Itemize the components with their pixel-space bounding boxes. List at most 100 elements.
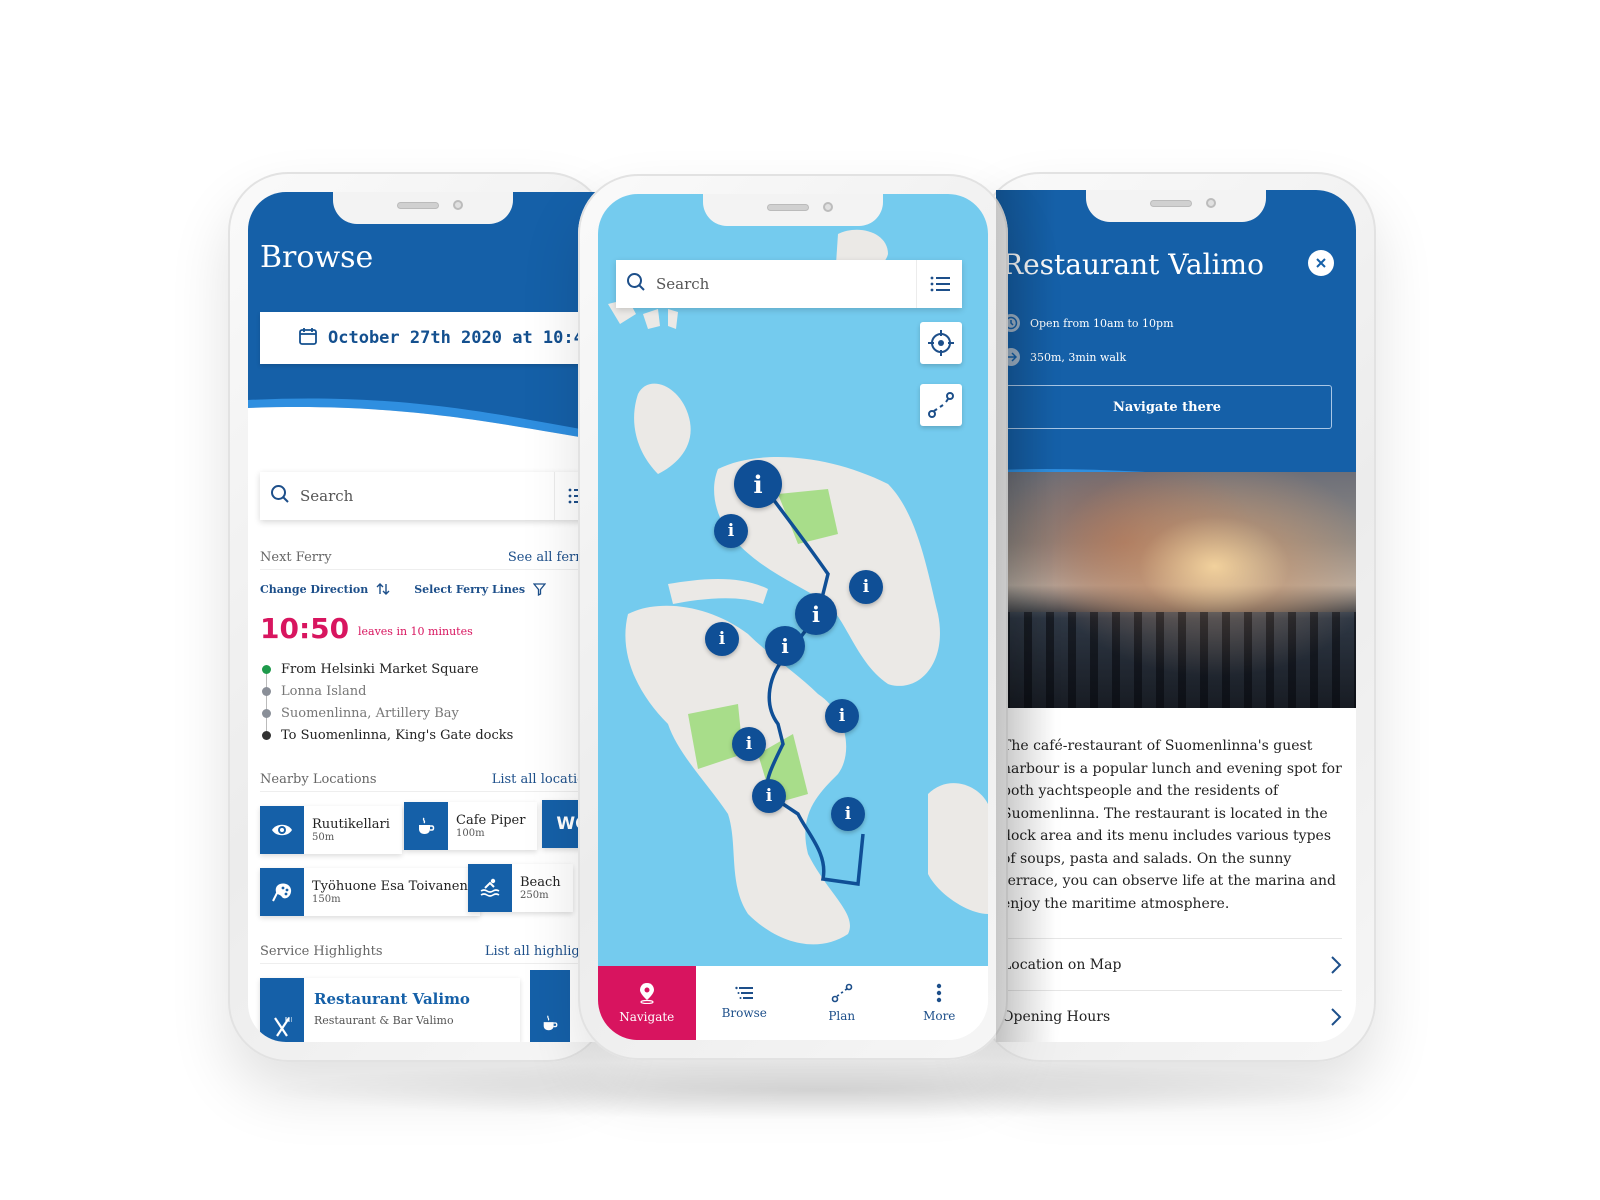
change-direction-button[interactable]: Change Direction (260, 582, 390, 596)
location-name: Työhuone Esa Toivanen (312, 879, 468, 894)
coffee-cup-icon (404, 802, 448, 850)
section-label: Nearby Locations (260, 772, 377, 787)
stop-item: Suomenlinna, Artillery Bay (260, 702, 513, 724)
info-marker-icon[interactable]: i (752, 779, 786, 813)
browse-screen: Browse October 27th 2020 at 10:40 Search… (248, 192, 598, 1042)
map-layer (608, 229, 988, 945)
distance-info: 350m, 3min walk (1002, 348, 1126, 366)
notch (703, 194, 883, 226)
location-name: Ruutikellari (312, 817, 390, 832)
map-canvas[interactable]: iiiiiiiiii (598, 194, 988, 974)
page-title: Browse (260, 240, 374, 275)
map-search-input[interactable]: Search (656, 275, 916, 293)
info-marker-icon[interactable]: i (849, 570, 883, 604)
filter-icon (533, 582, 547, 596)
detail-screen: Restaurant Valimo Open from 10am to 10pm… (996, 190, 1356, 1042)
select-ferry-lines-button[interactable]: Select Ferry Lines (414, 582, 547, 596)
section-label: Service Highlights (260, 944, 383, 959)
distance-text: 350m, 3min walk (1030, 350, 1127, 364)
highlight-card[interactable]: Restaurant Valimo Restaurant & Bar Valim… (260, 978, 520, 1042)
location-card[interactable]: Työhuone Esa Toivanen 150m (260, 868, 480, 916)
info-marker-icon[interactable]: i (705, 622, 739, 656)
stop-dot-origin (262, 664, 271, 674)
location-distance: 150m (312, 894, 341, 905)
search-input[interactable]: Search (300, 487, 554, 505)
ferry-stops: From Helsinki Market Square Lonna Island… (260, 658, 513, 746)
opening-hours-link[interactable]: Opening Hours (1002, 990, 1342, 1042)
highlight-card[interactable] (530, 970, 570, 1042)
info-marker-icon[interactable]: i (732, 727, 766, 761)
list-icon[interactable] (916, 260, 962, 308)
fork-knife-icon (260, 978, 304, 1042)
locate-me-button[interactable] (920, 322, 962, 364)
search-icon (626, 272, 646, 296)
bottom-tab-bar: Navigate Browse Plan More (598, 966, 988, 1040)
coffee-cup-icon (541, 1014, 559, 1036)
map-island-susisaari (625, 605, 850, 945)
more-vertical-icon (937, 983, 942, 1003)
phone-map: iiiiiiiiii Search Navigate Browse Plan M… (578, 174, 1008, 1060)
location-distance: 250m (520, 890, 549, 901)
departure-time: 10:50 (260, 612, 350, 645)
nearby-header: Nearby Locations List all locations (260, 772, 598, 792)
section-label: Next Ferry (260, 550, 332, 565)
info-marker-icon[interactable]: i (765, 626, 805, 666)
stop-item: To Suomenlinna, King's Gate docks (260, 724, 513, 746)
map-island (928, 783, 988, 914)
stop-dot (262, 686, 271, 696)
restaurant-photo (1002, 472, 1356, 708)
calendar-icon (298, 326, 318, 350)
crosshair-icon (928, 330, 954, 356)
stop-dot (262, 708, 271, 718)
tab-browse[interactable]: Browse (696, 966, 794, 1040)
chevron-right-icon (1331, 1007, 1342, 1026)
search-bar[interactable]: Search (260, 472, 598, 520)
tab-more[interactable]: More (891, 966, 989, 1040)
close-icon (1316, 258, 1326, 268)
swimmer-icon (468, 864, 512, 912)
departure-countdown: leaves in 10 minutes (358, 625, 473, 638)
location-on-map-link[interactable]: Location on Map (1002, 938, 1342, 990)
route-planner-button[interactable] (920, 384, 962, 426)
info-marker-icon[interactable]: i (795, 593, 837, 635)
photo-detail (1002, 612, 1356, 708)
link-label: Opening Hours (1002, 1008, 1111, 1025)
map-search-bar[interactable]: Search (616, 260, 962, 308)
route-icon (928, 392, 954, 418)
list-icon (735, 986, 754, 999)
location-card[interactable]: Beach 250m (468, 864, 573, 912)
swap-arrows-icon (376, 583, 390, 595)
select-ferry-lines-label: Select Ferry Lines (414, 582, 526, 596)
date-selector[interactable]: October 27th 2020 at 10:40 (260, 312, 598, 364)
info-marker-icon[interactable]: i (825, 699, 859, 733)
location-name: Cafe Piper (456, 813, 526, 828)
map-screen: iiiiiiiiii Search Navigate Browse Plan M… (598, 194, 988, 1040)
tab-plan[interactable]: Plan (793, 966, 891, 1040)
phone-detail: Restaurant Valimo Open from 10am to 10pm… (980, 172, 1376, 1062)
close-button[interactable] (1308, 250, 1334, 276)
tab-label: Plan (828, 1009, 856, 1023)
header-wave (248, 382, 598, 462)
place-description: The café-restaurant of Suomenlinna's gue… (1002, 738, 1342, 912)
floor-shadow (260, 1060, 1380, 1120)
ferry-controls: Change Direction Select Ferry Lines (260, 582, 547, 596)
location-pin-icon (639, 983, 654, 1004)
opening-hours-info: Open from 10am to 10pm (1002, 314, 1174, 332)
tab-label: Browse (721, 1006, 767, 1020)
link-label: Location on Map (1002, 956, 1122, 973)
location-card[interactable]: Ruutikellari 50m (260, 806, 402, 854)
info-marker-icon[interactable]: i (734, 460, 782, 508)
location-distance: 100m (456, 828, 485, 839)
map-island (668, 579, 768, 604)
location-card[interactable]: Cafe Piper 100m (404, 802, 538, 850)
info-marker-icon[interactable]: i (714, 514, 748, 548)
tab-label: Navigate (619, 1010, 675, 1024)
phone-browse: Browse October 27th 2020 at 10:40 Search… (228, 172, 608, 1062)
tab-navigate[interactable]: Navigate (598, 966, 696, 1040)
stop-item: Lonna Island (260, 680, 513, 702)
highlights-header: Service Highlights List all highlights (260, 944, 598, 964)
info-marker-icon[interactable]: i (831, 797, 865, 831)
location-name: Beach (520, 875, 561, 890)
date-value: October 27th 2020 at 10:40 (328, 328, 595, 348)
navigate-there-button[interactable]: Navigate there (1002, 385, 1332, 429)
